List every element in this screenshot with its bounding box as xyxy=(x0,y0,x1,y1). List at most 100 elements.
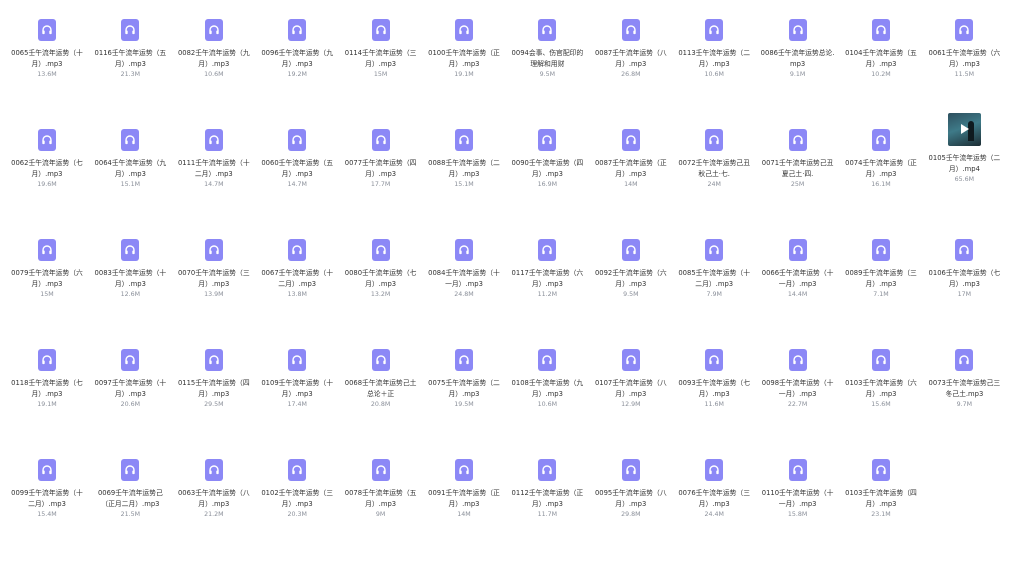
file-tile[interactable]: 0084壬午流年运势（十一月）.mp3 24.8M xyxy=(426,220,502,300)
audio-file-icon xyxy=(455,459,473,481)
file-size: 19.6M xyxy=(37,181,57,188)
audio-file-icon xyxy=(204,459,223,481)
audio-file-icon xyxy=(288,129,307,151)
audio-file-icon xyxy=(371,459,390,481)
video-thumbnail xyxy=(947,113,981,146)
file-tile[interactable]: 0067壬午流年运势（十二月）.mp3 13.8M xyxy=(259,220,335,300)
file-tile[interactable]: 0090壬午流年运势（四月）.mp3 16.9M xyxy=(509,110,585,190)
file-size: 14.4M xyxy=(787,291,808,298)
file-tile[interactable]: 0080壬午流年运势（七月）.mp3 13.2M xyxy=(343,220,419,300)
file-tile[interactable]: 0065壬午流年运势（十月）.mp3 13.6M xyxy=(9,0,85,80)
file-tile[interactable]: 0112壬午流年运势（正月）.mp3 11.7M xyxy=(509,440,585,520)
file-tile[interactable]: 0111壬午流年运势（十二月）.mp3 14.7M xyxy=(176,110,252,190)
file-tile[interactable]: 0066壬午流年运势（十一月）.mp3 14.4M xyxy=(760,220,836,300)
headphones-icon xyxy=(375,245,386,255)
file-name: 0083壬午流年运势（十月）.mp3 xyxy=(94,269,167,288)
audio-file-icon xyxy=(204,349,223,371)
file-tile[interactable]: 0104壬午流年运势（五月）.mp3 10.2M xyxy=(843,0,919,80)
file-tile[interactable]: 0078壬午流年运势（五月）.mp3 9M xyxy=(343,440,419,520)
audio-file-icon xyxy=(788,19,807,41)
file-tile[interactable]: 0115壬午流年运势（四月）.mp3 29.5M xyxy=(176,330,252,410)
audio-file-icon xyxy=(788,129,807,151)
file-size: 9.7M xyxy=(956,401,973,408)
file-tile[interactable]: 0086壬午流年运势总论.mp3 9.1M xyxy=(760,0,836,80)
file-tile[interactable]: 0114壬午流年运势（三月）.mp3 15M xyxy=(343,0,419,80)
file-tile[interactable]: 0094会事、伤官配印的理解和用财 9.5M xyxy=(509,0,585,80)
file-tile[interactable]: 0096壬午流年运势（九月）.mp3 19.2M xyxy=(259,0,335,80)
file-tile[interactable]: 0083壬午流年运势（十月）.mp3 12.6M xyxy=(92,220,168,300)
file-tile[interactable]: 0092壬午流年运势（六月）.mp3 9.5M xyxy=(593,220,669,300)
file-size: 15.6M xyxy=(871,401,891,408)
file-size: 13.2M xyxy=(370,291,391,298)
file-tile[interactable]: 0070壬午流年运势（三月）.mp3 13.9M xyxy=(176,220,252,300)
audio-file-icon xyxy=(204,239,223,261)
file-tile[interactable]: 0082壬午流年运势（九月）.mp3 10.6M xyxy=(176,0,252,80)
file-tile[interactable]: 0063壬午流年运势（八月）.mp3 21.2M xyxy=(176,440,252,520)
file-tile[interactable]: 0117壬午流年运势（六月）.mp3 11.2M xyxy=(509,220,585,300)
file-tile[interactable]: 0079壬午流年运势（六月）.mp3 15M xyxy=(9,220,85,300)
audio-file-icon xyxy=(38,459,56,481)
file-tile[interactable]: 0103壬午流年运势（六月）.mp3 15.6M xyxy=(843,330,919,410)
file-tile[interactable]: 0097壬午流年运势（十月）.mp3 20.6M xyxy=(92,330,168,410)
file-tile[interactable]: 0103壬午流年运势（四月）.mp3 23.1M xyxy=(843,440,919,520)
file-name: 0078壬午流年运势（五月）.mp3 xyxy=(344,489,417,508)
file-name: 0105壬午流年运势（二月）.mp4 xyxy=(928,154,1001,173)
file-name: 0118壬午流年运势（七月）.mp3 xyxy=(11,379,83,398)
headphones-icon xyxy=(792,25,803,35)
file-tile[interactable]: 0085壬午流年运势（十二月）.mp3 7.9M xyxy=(676,220,752,300)
file-tile[interactable]: 0069壬午流年运势己（正月二月）.mp3 21.5M xyxy=(92,440,168,520)
file-size: 15.8M xyxy=(787,511,808,518)
audio-file-icon xyxy=(621,239,640,261)
file-tile[interactable]: 0102壬午流年运势（三月）.mp3 20.3M xyxy=(259,440,335,520)
audio-file-icon xyxy=(538,239,557,261)
file-tile[interactable]: 0113壬午流年运势（二月）.mp3 10.6M xyxy=(676,0,752,80)
file-name: 0073壬午流年运势己三冬己土.mp3 xyxy=(928,379,1001,398)
file-name: 0103壬午流年运势（六月）.mp3 xyxy=(845,379,917,398)
headphones-icon xyxy=(626,355,636,365)
file-tile[interactable]: 0098壬午流年运势（十一月）.mp3 22.7M xyxy=(760,330,836,410)
file-tile[interactable]: 0072壬午流年运势己丑秋己土·七. 24M xyxy=(676,110,752,190)
file-tile[interactable]: 0068壬午流年运势己土总论＋正 20.8M xyxy=(343,330,419,410)
file-tile[interactable]: 0099壬午流年运势（十二月）.mp3 15.4M xyxy=(9,440,85,520)
file-tile[interactable]: 0077壬午流年运势（四月）.mp3 17.7M xyxy=(343,110,419,190)
file-name: 0114壬午流年运势（三月）.mp3 xyxy=(344,49,417,68)
file-tile[interactable]: 0106壬午流年运势（七月）.mp3 17M xyxy=(926,220,1002,300)
file-name: 0084壬午流年运势（十一月）.mp3 xyxy=(428,269,500,288)
file-tile[interactable]: 0073壬午流年运势己三冬己土.mp3 9.7M xyxy=(926,330,1002,410)
file-tile[interactable]: 0071壬午流年运势己丑夏己土·四. 25M xyxy=(760,110,836,190)
file-tile[interactable]: 0095壬午流年运势（八月）.mp3 29.8M xyxy=(593,440,669,520)
file-tile[interactable]: 0076壬午流年运势（三月）.mp3 24.4M xyxy=(676,440,752,520)
file-tile[interactable]: 0060壬午流年运势（五月）.mp3 14.7M xyxy=(259,110,335,190)
file-tile[interactable]: 0105壬午流年运势（二月）.mp4 65.6M xyxy=(926,110,1002,190)
file-tile[interactable]: 0064壬午流年运势（九月）.mp3 15.1M xyxy=(92,110,168,190)
file-tile[interactable]: 0109壬午流年运势（十月）.mp3 17.4M xyxy=(259,330,335,410)
file-tile[interactable]: 0118壬午流年运势（七月）.mp3 19.1M xyxy=(9,330,85,410)
headphones-icon xyxy=(459,355,469,365)
file-name: 0104壬午流年运势（五月）.mp3 xyxy=(845,49,917,68)
file-size: 25M xyxy=(790,181,805,188)
file-tile[interactable]: 0108壬午流年运势（九月）.mp3 10.6M xyxy=(509,330,585,410)
file-tile[interactable]: 0100壬午流年运势（正月）.mp3 19.1M xyxy=(426,0,502,80)
file-tile[interactable]: 0087壬午流年运势（八月）.mp3 26.8M xyxy=(593,0,669,80)
file-tile[interactable]: 0087壬午流年运势（正月）.mp3 14M xyxy=(593,110,669,190)
file-tile[interactable]: 0075壬午流年运势（二月）.mp3 19.5M xyxy=(426,330,502,410)
file-name: 0098壬午流年运势（十一月）.mp3 xyxy=(761,379,834,398)
audio-file-icon xyxy=(872,459,890,481)
file-tile[interactable]: 0110壬午流年运势（十一月）.mp3 15.8M xyxy=(760,440,836,520)
file-tile[interactable]: 0091壬午流年运势（正月）.mp3 14M xyxy=(426,440,502,520)
file-name: 0074壬午流年运势（正月）.mp3 xyxy=(845,159,917,178)
file-tile[interactable]: 0107壬午流年运势（八月）.mp3 12.9M xyxy=(593,330,669,410)
file-name: 0095壬午流年运势（八月）.mp3 xyxy=(594,489,667,508)
file-tile[interactable]: 0116壬午流年运势（五月）.mp3 21.3M xyxy=(92,0,168,80)
audio-file-icon xyxy=(538,129,557,151)
headphones-icon xyxy=(292,465,302,475)
file-tile[interactable]: 0062壬午流年运势（七月）.mp3 19.6M xyxy=(9,110,85,190)
file-name: 0068壬午流年运势己土总论＋正 xyxy=(344,379,417,398)
file-name: 0091壬午流年运势（正月）.mp3 xyxy=(428,489,500,508)
file-tile[interactable]: 0074壬午流年运势（正月）.mp3 16.1M xyxy=(843,110,919,190)
file-tile[interactable]: 0061壬午流年运势（六月）.mp3 11.5M xyxy=(926,0,1002,80)
file-tile[interactable]: 0089壬午流年运势（三月）.mp3 7.1M xyxy=(843,220,919,300)
file-tile[interactable]: 0093壬午流年运势（七月）.mp3 11.6M xyxy=(676,330,752,410)
file-tile[interactable]: 0088壬午流年运势（二月）.mp3 15.1M xyxy=(426,110,502,190)
audio-file-icon xyxy=(955,349,974,371)
